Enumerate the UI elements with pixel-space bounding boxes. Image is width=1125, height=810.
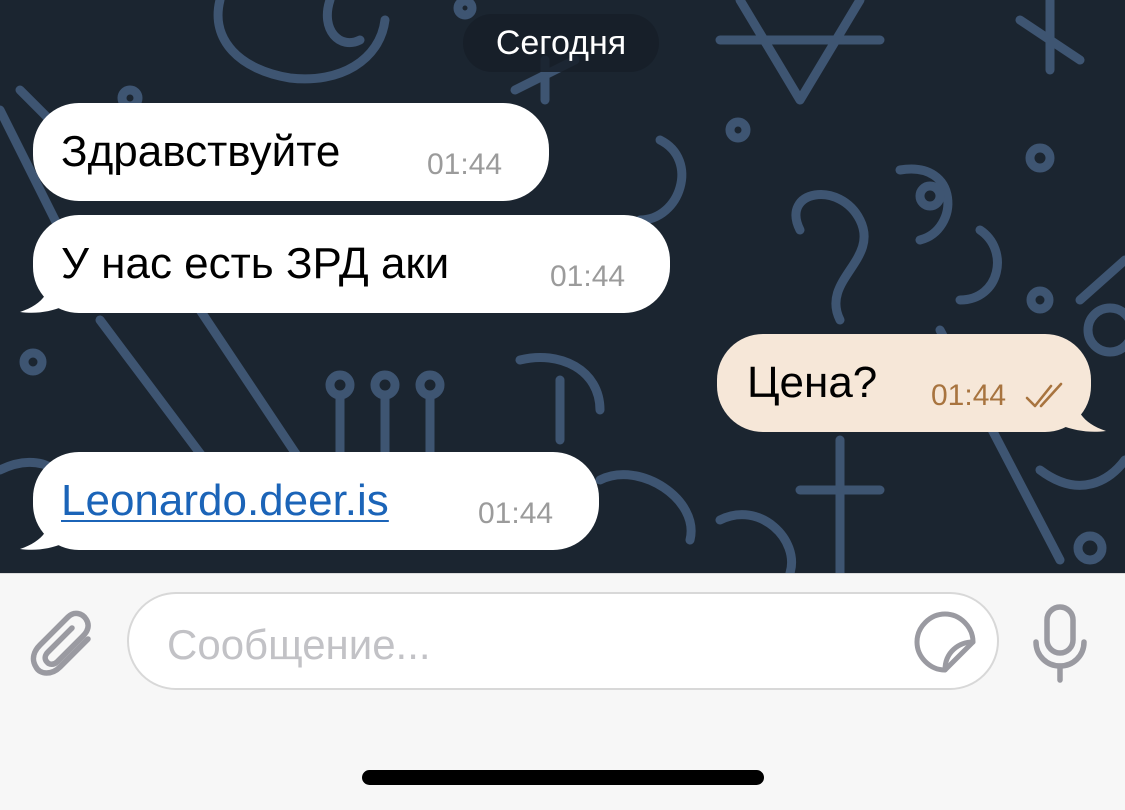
incoming-message[interactable]: Здравствуйте 01:44 — [33, 103, 549, 201]
message-composer: Сообщение... — [0, 573, 1125, 810]
message-text: У нас есть ЗРД аки — [61, 239, 450, 288]
date-separator: Сегодня — [463, 14, 659, 72]
double-check-icon — [1025, 382, 1063, 408]
paperclip-icon[interactable] — [28, 609, 100, 681]
chat-area[interactable]: Сегодня Здравствуйте 01:44 У нас есть ЗР… — [0, 0, 1125, 573]
message-input[interactable]: Сообщение... — [127, 592, 999, 690]
home-indicator[interactable] — [362, 770, 764, 785]
incoming-message[interactable]: Leonardo.deer.is 01:44 — [33, 452, 599, 550]
message-input-placeholder: Сообщение... — [167, 621, 431, 668]
message-time: 01:44 — [550, 260, 626, 293]
message-time: 01:44 — [931, 379, 1007, 412]
incoming-message[interactable]: У нас есть ЗРД аки 01:44 — [33, 215, 670, 313]
message-time: 01:44 — [427, 148, 503, 181]
outgoing-message[interactable]: Цена? 01:44 — [717, 334, 1091, 432]
message-link[interactable]: Leonardo.deer.is — [61, 479, 389, 523]
sticker-icon[interactable] — [913, 610, 977, 674]
message-time: 01:44 — [478, 497, 554, 530]
message-text: Здравствуйте — [61, 127, 341, 176]
message-text: Цена? — [747, 358, 878, 407]
microphone-icon[interactable] — [1028, 604, 1092, 684]
